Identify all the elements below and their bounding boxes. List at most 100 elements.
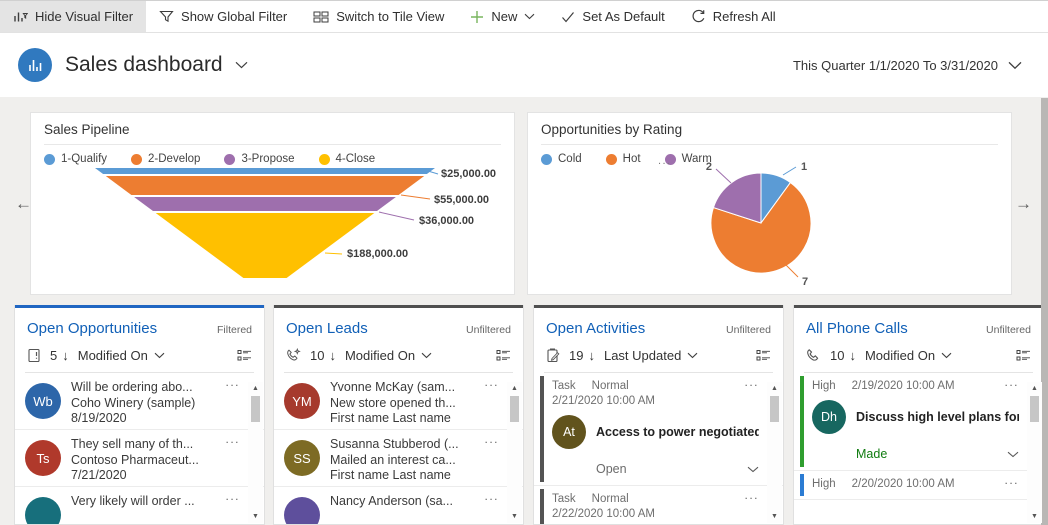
sort-field-selector[interactable]: Modified On bbox=[78, 348, 148, 363]
record-name[interactable]: Susanna Stubberod (... bbox=[330, 437, 483, 453]
refresh-all-button[interactable]: Refresh All bbox=[678, 1, 789, 32]
time-range-filter[interactable]: This Quarter 1/1/2020 To 3/31/2020 bbox=[793, 58, 1022, 73]
scrollbar[interactable]: ▲ ▼ bbox=[507, 382, 522, 523]
avatar: Ts bbox=[25, 440, 61, 476]
sort-direction-icon[interactable]: ↓ bbox=[62, 348, 69, 363]
scrollbar[interactable]: ▲ ▼ bbox=[248, 382, 263, 523]
more-options-button[interactable]: ... bbox=[484, 375, 499, 389]
refresh-all-label: Refresh All bbox=[712, 9, 776, 24]
chevron-down-icon[interactable] bbox=[747, 466, 759, 473]
activity-item[interactable]: Task Normal 2/21/2020 10:00 AM ... At Ac… bbox=[534, 373, 783, 486]
scroll-down-button[interactable]: ▼ bbox=[771, 510, 778, 523]
time-range-label: This Quarter 1/1/2020 To 3/31/2020 bbox=[792, 57, 998, 73]
funnel-segment-close[interactable] bbox=[155, 213, 375, 278]
new-button[interactable]: New bbox=[457, 1, 548, 32]
more-options-button[interactable]: ... bbox=[225, 375, 240, 389]
sort-field-selector[interactable]: Modified On bbox=[865, 348, 935, 363]
list-item[interactable]: SS Susanna Stubberod (... Mailed an inte… bbox=[274, 430, 523, 487]
panel-open-leads: Open Leads Unfiltered 10 ↓ Modified On Y… bbox=[273, 305, 524, 525]
record-topic[interactable]: They sell many of th... bbox=[71, 437, 224, 453]
funnel-segment-qualify[interactable] bbox=[95, 168, 435, 174]
opportunities-by-rating-chart-card: Opportunities by Rating Cold Hot Warm ..… bbox=[527, 112, 1012, 295]
legend-item[interactable]: 4-Close bbox=[318, 153, 375, 165]
funnel-segment-propose[interactable] bbox=[134, 197, 396, 211]
chevron-down-icon[interactable] bbox=[941, 352, 952, 359]
view-selector-icon[interactable] bbox=[496, 349, 511, 362]
panel-title[interactable]: Open Activities bbox=[546, 320, 645, 337]
view-selector-icon[interactable] bbox=[756, 349, 771, 362]
hide-visual-filter-button[interactable]: Hide Visual Filter bbox=[0, 1, 147, 32]
list-item[interactable]: YM Yvonne McKay (sam... New store opened… bbox=[274, 373, 523, 430]
activity-status[interactable]: Open bbox=[596, 462, 627, 476]
more-options-button[interactable]: ... bbox=[484, 432, 499, 446]
more-options-button[interactable]: ... bbox=[484, 489, 499, 503]
carousel-next-arrow[interactable]: → bbox=[1015, 195, 1032, 212]
activity-subject[interactable]: Access to power negotiated ... bbox=[596, 425, 759, 439]
view-selector-icon[interactable] bbox=[237, 349, 252, 362]
legend-item[interactable]: 1-Qualify bbox=[44, 153, 107, 165]
list-item[interactable]: Wb Will be ordering abo... Coho Winery (… bbox=[15, 373, 264, 430]
activity-priority: Normal bbox=[591, 380, 629, 392]
scroll-down-button[interactable]: ▼ bbox=[1031, 510, 1038, 523]
panel-title[interactable]: All Phone Calls bbox=[806, 320, 908, 337]
activity-type-bar bbox=[540, 489, 544, 524]
record-topic[interactable]: Will be ordering abo... bbox=[71, 380, 224, 396]
record-name[interactable]: Yvonne McKay (sam... bbox=[330, 380, 483, 396]
chevron-down-icon[interactable] bbox=[687, 352, 698, 359]
call-subject[interactable]: Discuss high level plans for f... bbox=[856, 410, 1019, 424]
legend-item[interactable]: 3-Propose bbox=[224, 153, 295, 165]
leader-line bbox=[782, 166, 797, 176]
view-selector-icon[interactable] bbox=[1016, 349, 1031, 362]
scrollbar-thumb[interactable] bbox=[510, 396, 519, 422]
record-topic[interactable]: Very likely will order ... bbox=[71, 494, 224, 510]
dashboard-selector-chevron-icon[interactable] bbox=[235, 61, 248, 69]
scroll-down-button[interactable]: ▼ bbox=[252, 510, 259, 523]
scrollbar[interactable]: ▲ ▼ bbox=[1027, 382, 1042, 523]
more-options-button[interactable]: ... bbox=[744, 488, 759, 502]
more-options-button[interactable]: ... bbox=[225, 432, 240, 446]
activity-item[interactable]: Task Normal 2/22/2020 10:00 AM ... bbox=[534, 486, 783, 524]
list-item[interactable]: Nancy Anderson (sa... ... bbox=[274, 487, 523, 524]
more-options-button[interactable]: ... bbox=[225, 489, 240, 503]
scroll-up-button[interactable]: ▲ bbox=[771, 382, 778, 395]
chevron-down-icon[interactable] bbox=[421, 352, 432, 359]
more-options-button[interactable]: ... bbox=[1004, 473, 1019, 487]
call-date: 2/20/2020 10:00 AM bbox=[851, 478, 955, 490]
refresh-icon bbox=[692, 9, 705, 23]
scrollbar[interactable]: ▲ ▼ bbox=[767, 382, 782, 523]
chevron-down-icon[interactable] bbox=[1007, 451, 1019, 458]
list-item[interactable]: Ts They sell many of th... Contoso Pharm… bbox=[15, 430, 264, 487]
scroll-up-button[interactable]: ▲ bbox=[1031, 382, 1038, 395]
phone-call-item[interactable]: High 2/20/2020 10:00 AM ... bbox=[794, 471, 1043, 500]
record-account: Contoso Pharmaceut... bbox=[71, 452, 199, 467]
chevron-down-icon[interactable] bbox=[524, 13, 535, 20]
legend-item[interactable]: 2-Develop bbox=[131, 153, 200, 165]
scroll-down-button[interactable]: ▼ bbox=[511, 510, 518, 523]
sort-field-selector[interactable]: Last Updated bbox=[604, 348, 681, 363]
switch-to-tile-view-button[interactable]: Switch to Tile View bbox=[300, 1, 457, 32]
panel-title[interactable]: Open Opportunities bbox=[27, 320, 157, 337]
record-name[interactable]: Nancy Anderson (sa... bbox=[330, 494, 483, 510]
scroll-up-button[interactable]: ▲ bbox=[252, 382, 259, 395]
chevron-down-icon[interactable] bbox=[154, 352, 165, 359]
more-options-button[interactable]: ... bbox=[1004, 375, 1019, 389]
set-as-default-button[interactable]: Set As Default bbox=[548, 1, 677, 32]
phone-call-item[interactable]: High 2/19/2020 10:00 AM ... Dh Discuss h… bbox=[794, 373, 1043, 471]
more-options-button[interactable]: ... bbox=[744, 375, 759, 389]
scrollbar-thumb[interactable] bbox=[770, 396, 779, 422]
list-item[interactable]: Very likely will order ... ... bbox=[15, 487, 264, 524]
funnel-segment-develop[interactable] bbox=[105, 176, 425, 195]
dashboard-header: Sales dashboard This Quarter 1/1/2020 To… bbox=[0, 33, 1048, 97]
call-status[interactable]: Made bbox=[856, 447, 887, 461]
scrollbar-thumb[interactable] bbox=[1030, 396, 1039, 422]
legend-item[interactable]: Hot bbox=[605, 153, 641, 165]
sort-direction-icon[interactable]: ↓ bbox=[849, 348, 856, 363]
show-global-filter-button[interactable]: Show Global Filter bbox=[146, 1, 300, 32]
sort-direction-icon[interactable]: ↓ bbox=[588, 348, 595, 363]
sort-direction-icon[interactable]: ↓ bbox=[329, 348, 336, 363]
scroll-up-button[interactable]: ▲ bbox=[511, 382, 518, 395]
scrollbar-thumb[interactable] bbox=[251, 396, 260, 422]
sort-field-selector[interactable]: Modified On bbox=[345, 348, 415, 363]
legend-item[interactable]: Cold bbox=[541, 153, 582, 165]
panel-title[interactable]: Open Leads bbox=[286, 320, 368, 337]
